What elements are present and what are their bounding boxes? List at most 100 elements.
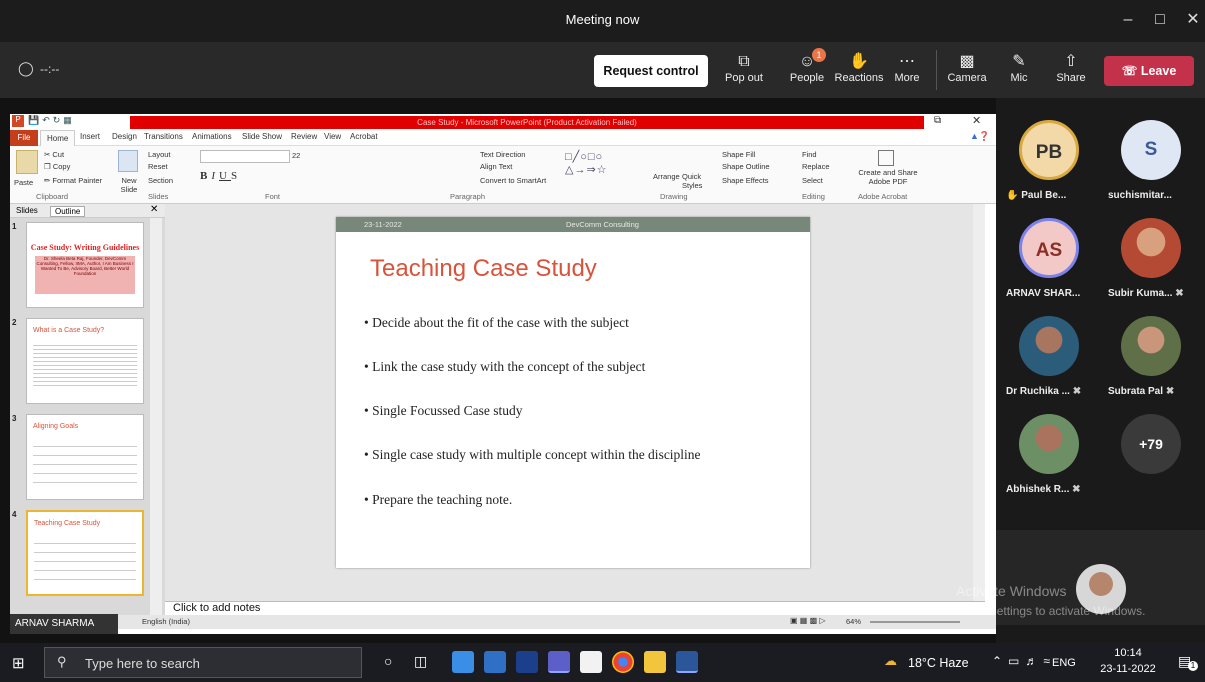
zoom-slider[interactable] [870,621,960,623]
participant-tile[interactable]: AS ARNAV SHAR... [1000,210,1098,306]
clock-date[interactable]: 23-11-2022 [1090,663,1166,675]
layout-button[interactable]: Layout [148,150,171,159]
tab-slide-show[interactable]: Slide Show [242,132,282,141]
teams-icon[interactable] [548,651,570,673]
word-icon[interactable] [676,651,698,673]
slide-thumbnail-1[interactable]: Case Study: Writing Guidelines Dr. Sheel… [26,222,144,308]
create-share-pdf-button[interactable]: Create and Share Adobe PDF [852,168,924,186]
search-box[interactable]: ⚲ Type here to search [44,647,362,678]
tab-home[interactable]: Home [40,130,76,146]
chrome-icon[interactable] [612,651,634,673]
close-icon[interactable]: ✕ [1180,8,1205,32]
notepad-icon[interactable] [580,651,602,673]
arrange-button[interactable]: Arrange [653,172,680,181]
quick-styles-button[interactable]: Quick Styles [682,172,706,190]
format-painter-button[interactable]: ✏ Format Painter [44,176,102,185]
tab-view[interactable]: View [324,132,341,141]
view-buttons[interactable]: ▣ ▦ ▩ ▷ [790,616,826,625]
thumb-scrollbar[interactable] [150,218,162,615]
find-button[interactable]: Find [802,150,817,159]
participant-tile[interactable]: Subir Kuma... ✖ [1102,210,1200,306]
paste-icon[interactable] [16,150,38,174]
minimize-icon[interactable]: – [1115,8,1141,32]
tab-insert[interactable]: Insert [80,132,100,141]
store-icon[interactable] [452,651,474,673]
mail-icon[interactable] [484,651,506,673]
tab-transitions[interactable]: Transitions [144,132,183,141]
leave-button[interactable]: ☏ Leave [1104,56,1194,86]
pane-close-icon[interactable]: ✕ [150,204,158,215]
font-name-box[interactable] [200,150,290,163]
tab-animations[interactable]: Animations [192,132,232,141]
task-view-icon[interactable]: ◫ [414,653,427,670]
overflow-tile[interactable]: +79 [1102,406,1200,502]
slide-bullet[interactable]: • Decide about the fit of the case with … [364,315,629,331]
align-text-button[interactable]: Align Text [480,162,512,171]
camera-button[interactable]: ▩ Camera [944,52,990,92]
shapes-gallery[interactable]: □╱○□○ △→⇒☆ [565,150,608,176]
tray-icons[interactable]: ⌃▭♬≈ [992,654,1056,668]
convert-smartart-button[interactable]: Convert to SmartArt [480,176,546,185]
tab-slides[interactable]: Slides [16,206,38,215]
shape-effects-button[interactable]: Shape Effects [722,176,769,185]
participant-tile[interactable]: Abhishek R... ✖ [1000,406,1098,502]
reset-button[interactable]: Reset [148,162,168,171]
tab-design[interactable]: Design [112,132,137,141]
font-format-buttons[interactable]: BIUS [200,170,241,182]
language-indicator[interactable]: ENG [1052,657,1076,669]
tab-acrobat[interactable]: Acrobat [350,132,378,141]
section-button[interactable]: Section [148,176,173,185]
tab-review[interactable]: Review [291,132,317,141]
slide-title[interactable]: Teaching Case Study [370,255,597,283]
slide-thumbnail-4[interactable]: Teaching Case Study [26,510,144,596]
select-button[interactable]: Select [802,176,823,185]
editor-scrollbar[interactable] [973,204,985,601]
cortana-icon[interactable]: ○ [384,653,392,669]
weather-icon[interactable]: ☁ [884,653,897,669]
weather-text[interactable]: 18°C Haze [908,656,969,670]
text-direction-button[interactable]: Text Direction [480,150,525,159]
participant-tile[interactable]: Subrata Pal ✖ [1102,308,1200,404]
slide-bullet[interactable]: • Prepare the teaching note. [364,492,512,508]
slide-thumbnail-3[interactable]: Aligning Goals [26,414,144,500]
people-button[interactable]: ☺ People 1 [784,48,830,92]
tab-outline[interactable]: Outline [50,206,86,217]
clock-time[interactable]: 10:14 [1098,647,1158,659]
cut-button[interactable]: ✂ Cut [44,150,64,159]
zoom-level[interactable]: 64% [846,617,861,626]
ppt-restore-icon[interactable]: ⧉ [934,115,941,126]
pop-out-button[interactable]: ⧉ Pop out [721,52,767,92]
share-button[interactable]: ⇧ Share [1048,52,1094,92]
replace-button[interactable]: Replace [802,162,830,171]
copy-button[interactable]: ❐ Copy [44,162,70,171]
maximize-icon[interactable]: □ [1147,8,1173,32]
mic-button[interactable]: ✎ Mic [996,52,1042,92]
slide-thumbnail-2[interactable]: What is a Case Study? [26,318,144,404]
tab-file[interactable]: File [10,130,38,146]
pdf-icon[interactable] [878,150,894,166]
more-button[interactable]: ⋯ More [884,52,930,92]
app-icon[interactable] [516,651,538,673]
shape-outline-button[interactable]: Shape Outline [722,162,770,171]
slide-bullet[interactable]: • Single case study with multiple concep… [364,447,701,463]
paste-button[interactable]: Paste [14,178,33,187]
slide-canvas[interactable]: 23-11-2022 DevComm Consulting Teaching C… [336,217,810,568]
participant-tile[interactable]: Dr Ruchika ... ✖ [1000,308,1098,404]
new-slide-button[interactable]: New Slide [114,176,144,194]
participant-tile[interactable]: PB ✋ Paul Be... [1000,112,1098,208]
windows-start-icon[interactable]: ⊞ [12,654,25,672]
participant-tile[interactable]: S suchismitar... [1102,112,1200,208]
file-explorer-icon[interactable] [644,651,666,673]
ppt-close-icon[interactable]: ✕ [972,114,981,127]
font-size-box[interactable]: 22 [292,151,300,160]
shape-fill-button[interactable]: Shape Fill [722,150,755,159]
notes-pane[interactable]: Click to add notes [165,601,985,615]
slide-bullet[interactable]: • Single Focussed Case study [364,403,522,419]
new-slide-icon[interactable] [118,150,138,172]
thumb-number: 4 [12,510,17,519]
slide-bullet[interactable]: • Link the case study with the concept o… [364,359,645,375]
quick-access-icons[interactable]: 💾↶↻▦ [28,115,75,126]
help-icon[interactable]: ▲❓ [970,131,990,142]
reactions-button[interactable]: ✋ Reactions [834,52,884,92]
request-control-button[interactable]: Request control [594,55,708,87]
